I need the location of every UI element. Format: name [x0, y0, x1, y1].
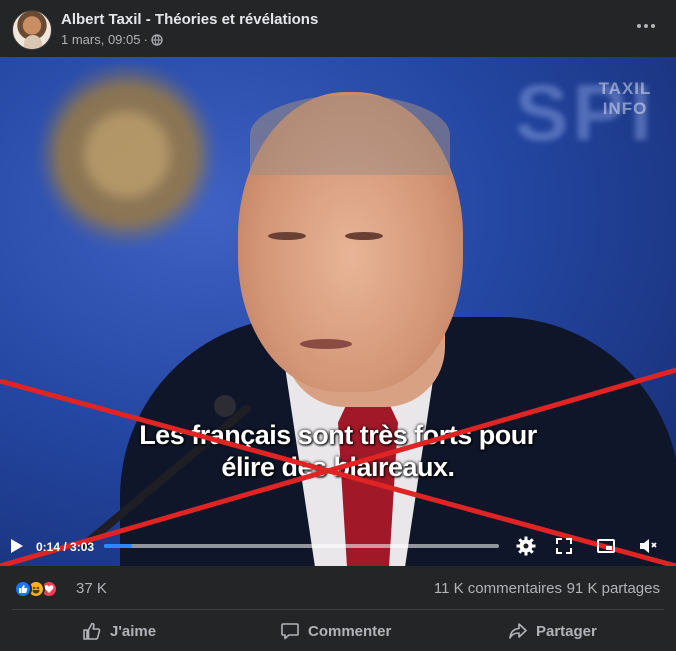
comment-label: Commenter — [308, 622, 392, 640]
video-watermark: TAXIL INFO — [590, 79, 660, 119]
subtitle-line1: Les français sont très forts pour — [139, 420, 537, 450]
like-label: J'aime — [110, 622, 157, 640]
author-avatar[interactable] — [12, 10, 52, 50]
post-timestamp[interactable]: 1 mars, 09:05 — [61, 32, 141, 47]
speaker-mouth — [300, 339, 352, 349]
speaker-hair — [250, 95, 450, 175]
speaker-eye-right — [345, 232, 383, 240]
shares-count[interactable]: 91 K partages — [567, 580, 660, 597]
play-icon[interactable] — [10, 538, 24, 554]
share-button[interactable]: Partager — [508, 611, 597, 651]
settings-gear-icon[interactable] — [516, 536, 536, 556]
reaction-icons[interactable] — [14, 580, 58, 598]
post-header: Albert Taxil - Théories et révélations 1… — [0, 0, 676, 57]
more-horizontal-icon — [637, 24, 641, 28]
globe-icon — [151, 33, 163, 46]
video-progress-fill — [104, 544, 132, 548]
microphone-head — [214, 395, 236, 417]
share-arrow-icon — [509, 623, 527, 639]
fullscreen-icon[interactable] — [554, 536, 574, 556]
video-time: 0:14 / 3:03 — [36, 540, 95, 554]
meta-separator: · — [143, 32, 148, 47]
share-label: Partager — [536, 622, 597, 640]
post-actions: J'aime Commenter Partager — [0, 611, 676, 651]
video-progress-bar[interactable] — [104, 544, 499, 548]
subtitle-line2: élire des blaireaux. — [221, 452, 455, 482]
thumbs-up-icon — [83, 622, 101, 640]
post-stats: 37 K 11 K commentaires 91 K partages — [0, 566, 676, 610]
author-name[interactable]: Albert Taxil - Théories et révélations — [61, 11, 318, 28]
picture-in-picture-icon[interactable] — [596, 536, 616, 556]
actions-divider — [12, 609, 664, 610]
speaker-eye-left — [268, 232, 306, 240]
background-logo — [42, 67, 212, 242]
comment-button[interactable]: Commenter — [280, 611, 391, 651]
like-button[interactable]: J'aime — [82, 611, 156, 651]
like-reaction-icon — [14, 580, 32, 598]
comments-count[interactable]: 11 K commentaires — [434, 580, 562, 597]
volume-icon[interactable] — [638, 536, 658, 556]
more-options-button[interactable] — [634, 14, 658, 38]
video-player[interactable]: SPI TAXIL INFO Les français sont très fo… — [0, 57, 676, 566]
post-meta: 1 mars, 09:05 · — [61, 32, 163, 47]
video-controls: 0:14 / 3:03 — [0, 532, 676, 560]
watermark-line2: INFO — [602, 99, 648, 118]
comment-bubble-icon — [281, 623, 299, 640]
reaction-count[interactable]: 37 K — [76, 580, 107, 597]
watermark-line1: TAXIL — [598, 79, 652, 98]
video-subtitle: Les français sont très forts pour élire … — [0, 419, 676, 483]
